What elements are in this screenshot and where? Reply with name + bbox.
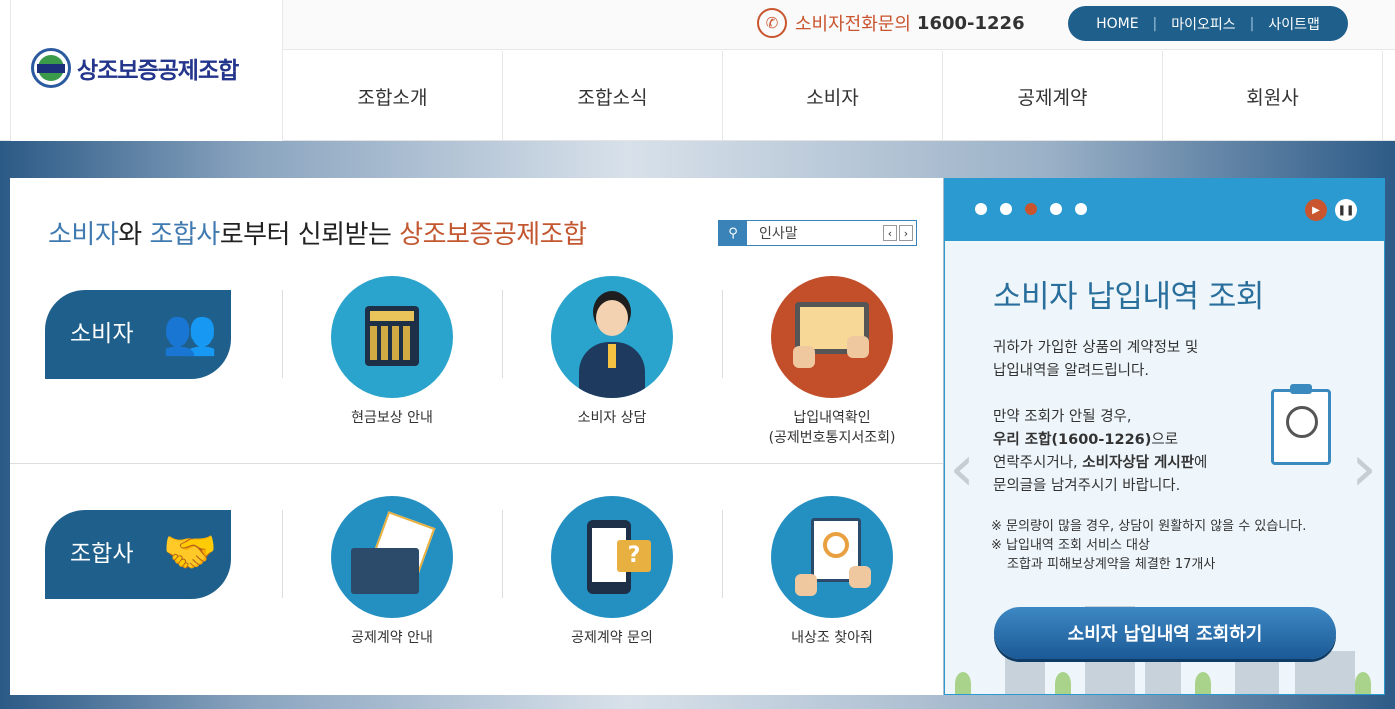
- top-links: HOME | 마이오피스 | 사이트맵: [1068, 6, 1348, 41]
- service-contract-guide[interactable]: 공제계약 안내: [292, 496, 492, 648]
- folder-icon: [331, 496, 453, 618]
- slide-text: 문의글을 남겨주시기 바랍니다.: [993, 478, 1181, 494]
- service-cash-compensation[interactable]: 현금보상 안내: [292, 276, 492, 428]
- slide-text: 귀하가 가입한 상품의 계약정보 및: [993, 340, 1199, 356]
- member-badge-label: 조합사: [70, 541, 134, 567]
- my-office-link[interactable]: 마이오피스: [1171, 14, 1235, 34]
- nav-item-contract[interactable]: 공제계약: [943, 51, 1163, 141]
- divider: [282, 510, 283, 598]
- headline-consumer: 소비자: [48, 220, 119, 250]
- slide-text-rest: 으로: [1151, 432, 1179, 448]
- slider-dot[interactable]: [1000, 203, 1012, 215]
- nav-item-news[interactable]: 조합소식: [503, 51, 723, 141]
- service-consumer-counsel[interactable]: 소비자 상담: [512, 276, 712, 428]
- search-pager: ‹ ›: [881, 225, 913, 241]
- logo-text: 상조보증공제조합: [77, 58, 239, 84]
- payment-inquiry-button[interactable]: 소비자 납입내역 조회하기: [994, 607, 1336, 659]
- slide-title: 소비자 납입내역 조회: [993, 279, 1264, 315]
- divider: [722, 510, 723, 598]
- slide-text-pre: 연락주시거나,: [993, 455, 1083, 471]
- pause-icon[interactable]: ❚❚: [1335, 199, 1357, 221]
- slide-note: ※ 납입내역 조회 서비스 대상: [991, 538, 1150, 553]
- phone-info: ✆ 소비자전화문의 1600-1226: [757, 8, 1025, 38]
- service-find-my-sangjo[interactable]: 내상조 찾아줘: [732, 496, 932, 648]
- nav-item-members[interactable]: 회원사: [1163, 51, 1383, 141]
- main-nav: 조합소개 조합소식 소비자 공제계약 회원사: [283, 51, 1385, 141]
- next-button[interactable]: ›: [899, 225, 913, 241]
- service-contract-inquiry[interactable]: ? 공제계약 문의: [512, 496, 712, 648]
- slider-dots: [975, 203, 1100, 215]
- counselor-icon: [551, 276, 673, 398]
- divider: |: [1249, 15, 1255, 32]
- consumer-badge: 소비자 👥: [45, 290, 231, 379]
- play-icon[interactable]: ▶: [1305, 199, 1327, 221]
- site-header: 상조보증공제조합 ✆ 소비자전화문의 1600-1226 HOME | 마이오피…: [0, 0, 1395, 141]
- headline-member: 조합사: [149, 220, 220, 250]
- slide-notes: ※ 문의량이 많을 경우, 상담이 원활하지 않을 수 있습니다. ※ 납입내역…: [991, 517, 1381, 574]
- nav-item-about[interactable]: 조합소개: [283, 51, 503, 141]
- page-headline: 소비자와 조합사로부터 신뢰받는 상조보증공제조합: [48, 214, 587, 251]
- headline-text: 와: [118, 220, 150, 250]
- top-bar: ✆ 소비자전화문의 1600-1226 HOME | 마이오피스 | 사이트맵: [283, 0, 1395, 50]
- prev-button[interactable]: ‹: [883, 225, 897, 241]
- people-icon: 👥: [162, 307, 218, 358]
- sitemap-link[interactable]: 사이트맵: [1268, 14, 1320, 34]
- divider: [722, 290, 723, 378]
- consumer-badge-label: 소비자: [70, 321, 134, 347]
- headline-text: 로부터 신뢰받는: [219, 220, 400, 250]
- divider: [502, 510, 503, 598]
- clipboard-search-icon: [771, 496, 893, 618]
- service-label: 내상조 찾아줘: [791, 630, 873, 646]
- site-logo[interactable]: 상조보증공제조합: [31, 48, 239, 88]
- service-payment-check[interactable]: 납입내역확인 (공제번호통지서조회): [732, 276, 932, 448]
- search-input[interactable]: 인사말: [747, 223, 881, 243]
- member-badge: 조합사 🤝: [45, 510, 231, 599]
- slide-note: ※ 문의량이 많을 경우, 상담이 원활하지 않을 수 있습니다.: [991, 519, 1307, 534]
- slide-text: 납입내역을 알려드립니다.: [993, 363, 1149, 379]
- handshake-icon: 🤝: [162, 527, 218, 578]
- phone-emphasis: 우리 조합(1600-1226): [993, 432, 1152, 448]
- calculator-icon: [331, 276, 453, 398]
- logo-area: 상조보증공제조합: [10, 0, 283, 141]
- service-label-main: 납입내역확인: [793, 410, 871, 426]
- member-row: 조합사 🤝 공제계약 안내 ? 공제계약 문의 내상조 찾아줘: [10, 496, 943, 684]
- banner-slider: ▶ ❚❚ 소비자 납입내역 조회 귀하가 가입한 상품의 계약정보 및 납입내역…: [944, 178, 1385, 695]
- tablet-icon: [771, 276, 893, 398]
- consumer-row: 소비자 👥 현금보상 안내 소비자 상담 납입내역확인 (공제번호통지서조회): [10, 276, 943, 464]
- phone-label: 소비자전화문의: [795, 14, 911, 35]
- board-emphasis: 소비자상담 게시판: [1082, 455, 1195, 471]
- slide-text-post: 에: [1194, 455, 1208, 471]
- slider-dot[interactable]: [975, 203, 987, 215]
- service-label-sub: (공제번호통지서조회): [768, 430, 896, 446]
- headline-org: 상조보증공제조합: [399, 220, 587, 250]
- phone-number: 1600-1226: [916, 12, 1025, 34]
- search-icon[interactable]: ⚲: [719, 221, 747, 245]
- service-label: 공제계약 문의: [571, 630, 653, 646]
- quick-menu-panel: 소비자와 조합사로부터 신뢰받는 상조보증공제조합 ⚲ 인사말 ‹ › 소비자 …: [10, 178, 943, 695]
- divider: [282, 290, 283, 378]
- service-label: 현금보상 안내: [351, 410, 433, 426]
- service-label: 공제계약 안내: [351, 630, 433, 646]
- nav-item-consumer[interactable]: 소비자: [723, 51, 943, 141]
- slider-controls: ▶ ❚❚: [945, 179, 1384, 241]
- service-label: 소비자 상담: [577, 410, 647, 426]
- home-link[interactable]: HOME: [1096, 16, 1138, 32]
- divider: [502, 290, 503, 378]
- service-label: 납입내역확인 (공제번호통지서조회): [732, 408, 932, 448]
- slider-dot[interactable]: [1075, 203, 1087, 215]
- slider-next-icon[interactable]: ›: [1347, 437, 1381, 501]
- quick-search: ⚲ 인사말 ‹ ›: [718, 220, 917, 246]
- question-phone-icon: ?: [551, 496, 673, 618]
- phone-icon: ✆: [757, 8, 787, 38]
- slider-dot[interactable]: [1050, 203, 1062, 215]
- emblem-icon: [31, 48, 71, 88]
- slider-prev-icon[interactable]: ‹: [945, 437, 979, 501]
- divider: |: [1152, 15, 1158, 32]
- clipboard-icon: [1271, 384, 1331, 465]
- slide-note: 조합과 피해보상계약을 체결한 17개사: [1007, 557, 1216, 572]
- slider-dot-active[interactable]: [1025, 203, 1037, 215]
